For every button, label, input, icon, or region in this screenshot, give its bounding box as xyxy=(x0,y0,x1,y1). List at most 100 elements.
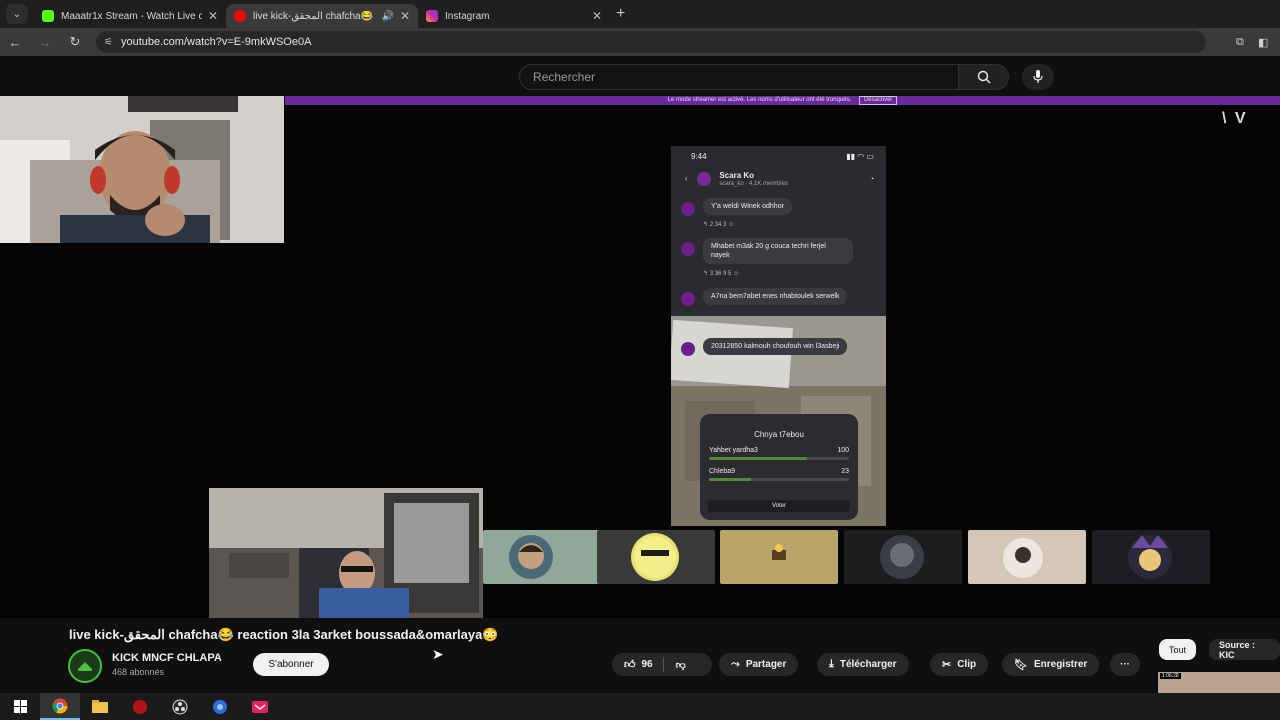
download-icon: ⤓ xyxy=(829,658,834,670)
like-button[interactable]: 👍︎ 96 xyxy=(612,653,663,676)
close-icon[interactable]: ✕ xyxy=(208,9,218,23)
more-icon: ··· xyxy=(1120,659,1130,670)
dislike-button[interactable]: 👎︎ xyxy=(664,653,696,676)
taskbar-app-pink[interactable] xyxy=(240,693,280,720)
message-reactions: ↰ 2 34 3 ☺ xyxy=(703,222,735,228)
search-icon xyxy=(977,70,990,84)
tab-title: Maaatr1x Stream - Watch Live o xyxy=(61,10,202,22)
recommended-thumbnail[interactable]: 1:06:28 xyxy=(1158,672,1280,693)
participant-avatar xyxy=(1003,538,1043,578)
share-button[interactable]: ⤳ Partager xyxy=(719,653,799,676)
video-title: live kick-المحقق chafcha😂 reaction 3la 3… xyxy=(69,627,499,642)
user-avatar xyxy=(681,292,695,306)
speaker-icon[interactable]: 🔊 xyxy=(381,11,393,22)
screen: ⌄ Maaatr1x Stream - Watch Live o ✕ live … xyxy=(0,0,1280,720)
channel-logo-icon xyxy=(78,662,92,671)
browser-tab-strip: ⌄ Maaatr1x Stream - Watch Live o ✕ live … xyxy=(0,0,1280,28)
clip-label: Clip xyxy=(957,659,977,670)
search-button[interactable] xyxy=(959,64,1009,90)
taskbar-chrome[interactable] xyxy=(40,693,80,720)
taskbar-file-explorer[interactable] xyxy=(80,693,120,720)
message-text: Y'a weldi Winek odhhor xyxy=(703,198,792,215)
reload-button[interactable]: ↻ xyxy=(60,34,90,50)
poll-option-count: 23 xyxy=(841,468,849,475)
kick-icon xyxy=(42,10,54,22)
download-label: Télécharger xyxy=(839,659,897,670)
mouse-cursor: ➤ xyxy=(432,646,444,662)
windows-icon xyxy=(13,700,27,713)
channel-name[interactable]: KICK MNCF CHLAPA xyxy=(112,652,222,664)
back-chevron-icon: ‹ xyxy=(685,175,688,183)
phone-channel-sub: scara_ko · 4,1K membres xyxy=(719,181,789,187)
tab-title: live kick-المحقق chafcha😂 xyxy=(253,10,374,22)
search-input[interactable] xyxy=(519,64,959,90)
taskbar-app-red[interactable] xyxy=(120,693,160,720)
participant-avatar xyxy=(772,544,786,560)
microphone-icon xyxy=(1033,70,1043,83)
participant-tile xyxy=(1092,530,1210,584)
webcam-top-overlay xyxy=(0,96,284,243)
poll-bar-fill xyxy=(709,478,751,481)
thumbnail-badge: 1:06:28 xyxy=(1160,673,1181,679)
voice-search-button[interactable] xyxy=(1022,64,1054,90)
subscribe-button[interactable]: S'abonner xyxy=(253,653,329,676)
participant-avatar xyxy=(1128,535,1172,579)
cast-icon[interactable]: ⧉ xyxy=(1236,36,1254,49)
profile-icon[interactable]: ◧ xyxy=(1258,36,1276,49)
participant-tile xyxy=(483,530,601,584)
chat-message: A7na bem7abet enes nhabtoulek serwelk xyxy=(681,288,848,306)
blue-app-icon xyxy=(213,699,227,714)
site-info-icon[interactable]: ⚟ xyxy=(104,37,113,48)
windows-start-button[interactable] xyxy=(0,693,40,720)
participant-tile xyxy=(597,530,715,584)
save-button[interactable]: 🔖︎ Enregistrer xyxy=(1002,653,1100,676)
poll-option: Yahbet yardha3 100 xyxy=(709,447,849,454)
chip-source[interactable]: Source : KIC xyxy=(1209,639,1280,660)
chat-message: Mhabet m3ak 20 g couca techri ferjel nay… xyxy=(681,238,853,277)
user-avatar xyxy=(681,242,695,256)
url-field[interactable]: ⚟ youtube.com/watch?v=E-9mkWSOe0A xyxy=(96,31,1206,53)
participant-avatar xyxy=(509,535,553,579)
message-text: A7na bem7abet enes nhabtoulek serwelk xyxy=(703,288,848,305)
poll-option-count: 100 xyxy=(837,447,849,454)
taskbar-app-blue[interactable] xyxy=(200,693,240,720)
vote-button: Voter xyxy=(708,500,850,512)
download-button[interactable]: ⤓ Télécharger xyxy=(817,653,909,676)
subscriber-count: 468 abonnés xyxy=(112,667,165,677)
poll-option: Chleba9 23 xyxy=(709,468,849,475)
chat-message: Y'a weldi Winek odhhor ↰ 2 34 3 ☺ xyxy=(681,198,792,228)
thumbs-up-icon: 👍︎ xyxy=(624,659,636,671)
participant-tile xyxy=(968,530,1086,584)
phone-channel-name: Scara Ko xyxy=(719,171,755,180)
back-button[interactable]: ← xyxy=(0,35,30,50)
chip-all[interactable]: Tout xyxy=(1159,639,1197,660)
close-icon[interactable]: ✕ xyxy=(400,9,410,23)
tab-instagram[interactable]: Instagram ✕ xyxy=(418,4,610,28)
user-avatar xyxy=(681,342,695,356)
poll-question: Chnya t7ebou xyxy=(754,430,804,439)
new-tab-button[interactable]: + xyxy=(616,5,625,23)
message-reactions: ↰ 3 36 9 5 ☺ xyxy=(703,271,740,277)
save-label: Enregistrer xyxy=(1033,659,1088,670)
more-actions-button[interactable]: ··· xyxy=(1110,653,1140,676)
banner-text: Le mode streamer est activé. Les noms d'… xyxy=(667,97,852,103)
participant-tile xyxy=(720,530,838,584)
video-player[interactable]: Le mode streamer est activé. Les noms d'… xyxy=(0,96,1280,618)
channel-avatar[interactable] xyxy=(68,649,102,683)
participant-tile xyxy=(844,530,962,584)
poll-bar xyxy=(709,457,849,460)
forward-button[interactable]: → xyxy=(30,35,60,50)
search-box xyxy=(519,64,1009,90)
clip-button[interactable]: ✂ Clip xyxy=(930,653,989,676)
tab-kick[interactable]: Maaatr1x Stream - Watch Live o ✕ xyxy=(34,4,226,28)
like-count: 96 xyxy=(641,659,653,670)
poll-bar-fill xyxy=(709,457,807,460)
deactivate-button[interactable]: Désactiver xyxy=(858,96,898,105)
taskbar-obs[interactable] xyxy=(160,693,200,720)
close-icon[interactable]: ✕ xyxy=(592,9,602,23)
message-text: Mhabet m3ak 20 g couca techri ferjel nay… xyxy=(703,238,853,264)
share-label: Partager xyxy=(745,659,787,670)
tab-search-button[interactable]: ⌄ xyxy=(6,4,28,24)
red-app-icon xyxy=(133,699,147,714)
tab-youtube[interactable]: live kick-المحقق chafcha😂 🔊 ✕ xyxy=(226,4,418,28)
